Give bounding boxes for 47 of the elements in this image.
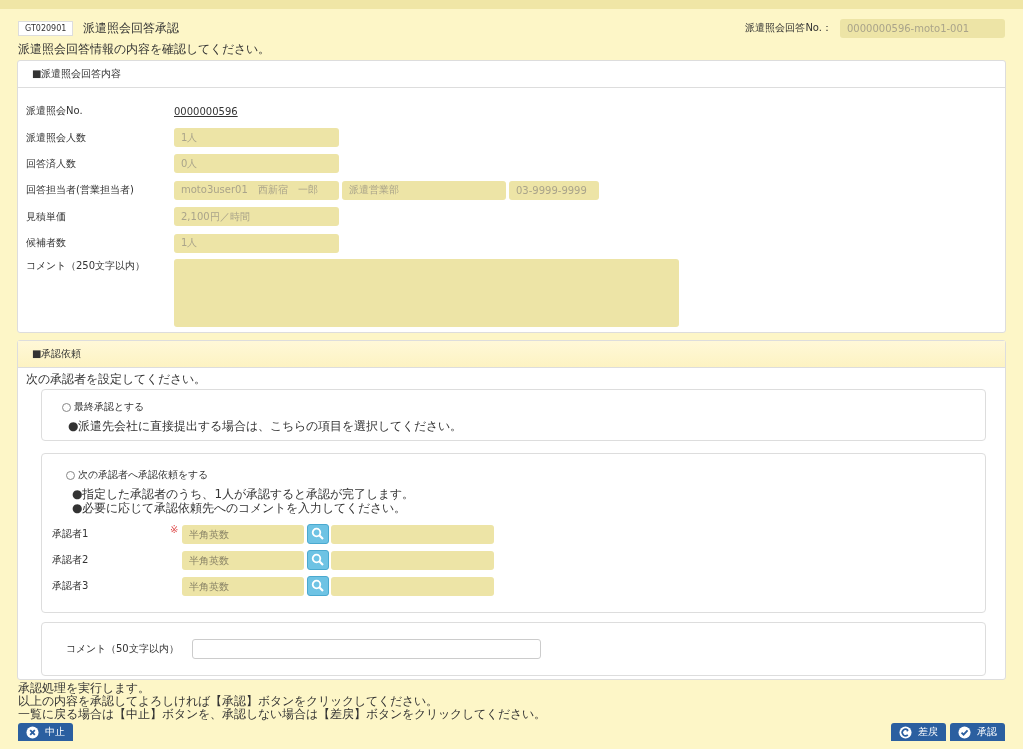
approver-id-field[interactable]: 半角英数 [182, 524, 304, 544]
readonly-field: 2,100円／時間 [174, 207, 339, 227]
field-label: 回答済人数 [26, 156, 77, 171]
footer-note: 承認処理を実行します。 [18, 682, 151, 695]
section-heading: ■承認依頼 [18, 341, 1005, 368]
comment-label: コメント（50文字以内） [66, 642, 180, 656]
return-icon [899, 725, 912, 739]
option-label: 最終承認とする [74, 400, 144, 414]
required-mark: ※ [170, 524, 179, 535]
comment-field[interactable] [192, 639, 541, 659]
close-icon [26, 725, 39, 739]
inquiry-number-link[interactable]: 0000000596 [174, 105, 238, 117]
note-text: ●派遣先会社に直接提出する場合は、こちらの項目を選択してください。 [68, 419, 464, 433]
approver-id-field[interactable]: 半角英数 [182, 550, 304, 570]
footer-note: 一覧に戻る場合は【中止】ボタンを、承認しない場合は【差戻】ボタンをクリックしてください。 [18, 708, 547, 721]
search-button[interactable] [307, 550, 329, 570]
note-text: ●必要に応じて承認依頼先へのコメントを入力してください。 [72, 501, 408, 515]
field-label: 候補者数 [26, 236, 67, 251]
readonly-field: 1人 [174, 233, 339, 253]
note-text: ●指定した承認者のうち、1人が承認すると承認が完了します。 [72, 487, 416, 501]
page-title: 派遣照会回答承認 [83, 19, 180, 37]
field-label: 見積単価 [26, 209, 67, 224]
section-heading: ■派遣照会回答内容 [18, 61, 1005, 88]
readonly-field: 1人 [174, 128, 339, 148]
footer-note: 以上の内容を承認してよろしければ【承認】ボタンをクリックしてください。 [18, 695, 439, 708]
search-button[interactable] [307, 524, 329, 544]
approve-button[interactable]: 承認 [950, 723, 1005, 741]
search-button[interactable] [307, 576, 329, 596]
field-label: 派遣照会人数 [26, 130, 87, 145]
field-label: コメント（250文字以内） [26, 259, 147, 274]
cancel-button[interactable]: 中止 [18, 723, 73, 741]
approval-instruction: 次の承認者を設定してください。 [25, 371, 207, 388]
check-circle-icon [958, 725, 971, 739]
approver-label: 承認者2 [52, 553, 90, 567]
return-button[interactable]: 差戻 [891, 723, 946, 741]
approver-id-field[interactable]: 半角英数 [182, 576, 304, 596]
readonly-field: 0人 [174, 154, 339, 174]
field-label: 派遣照会No. [26, 104, 84, 119]
reply-number-label: 派遣照会回答No.： [745, 21, 832, 35]
field-label: 回答担当者(営業担当者) [26, 183, 135, 198]
screen-id: GT020901 [18, 20, 74, 36]
reply-number-field: 0000000596-moto1-001 [840, 18, 1005, 38]
option-label: 次の承認者へ承認依頼をする [78, 468, 208, 482]
approver-label: 承認者1 [52, 527, 90, 541]
approver-label: 承認者3 [52, 579, 90, 593]
page-instruction: 派遣照会回答情報の内容を確認してください。 [17, 41, 271, 58]
readonly-field: 03-9999-9999 [509, 180, 599, 200]
